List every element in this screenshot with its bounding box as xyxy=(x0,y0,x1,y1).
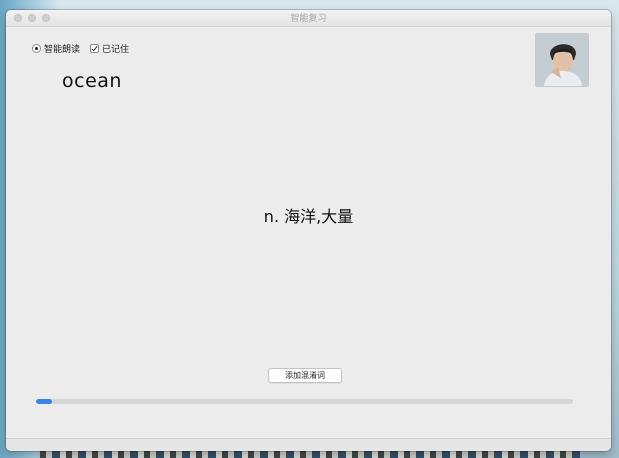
progress-bar xyxy=(36,399,573,404)
smart-read-label: 智能朗读 xyxy=(44,45,81,55)
smart-read-radio[interactable] xyxy=(32,44,41,53)
user-photo-icon[interactable] xyxy=(535,33,589,87)
vocab-word: ocean xyxy=(62,70,122,92)
word-meaning: n. 海洋,大量 xyxy=(263,207,354,226)
user-photo-icon-graphic xyxy=(536,34,588,86)
status-bar xyxy=(6,438,611,451)
title-bar: 智能复习 xyxy=(6,10,611,27)
review-window: 智能复习 智能朗读 已记住 ocean n. 海洋,大量 添加混淆词 xyxy=(6,10,611,451)
memorized-checkbox[interactable] xyxy=(90,44,100,53)
window-title: 智能复习 xyxy=(290,14,327,24)
progress-fill xyxy=(36,399,53,404)
smart-read-option[interactable]: 智能朗读 xyxy=(32,42,80,55)
memorized-label: 已记住 xyxy=(102,45,130,55)
add-confusion-word-button[interactable]: 添加混淆词 xyxy=(268,368,342,383)
memorized-option[interactable]: 已记住 xyxy=(90,42,129,55)
options-row: 智能朗读 已记住 xyxy=(32,42,129,55)
